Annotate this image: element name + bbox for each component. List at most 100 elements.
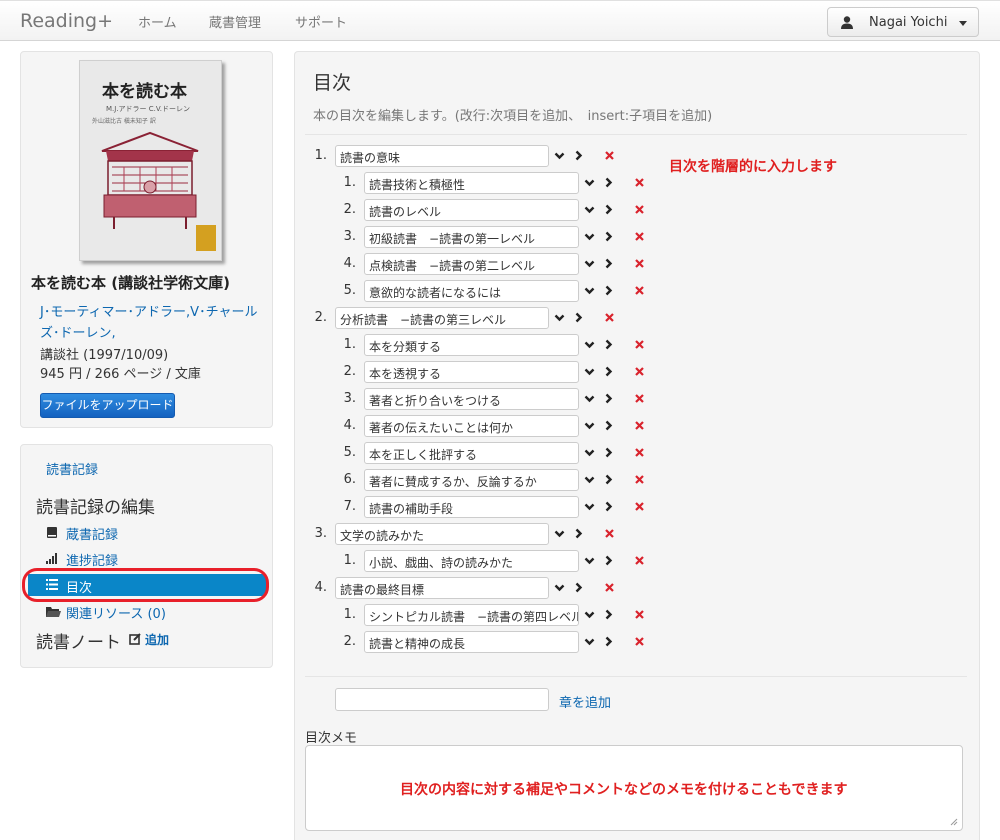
new-chapter-input[interactable] <box>335 688 549 711</box>
toc-title-input[interactable]: 読書の意味 <box>335 145 549 167</box>
chevron-right-icon[interactable] <box>603 258 614 269</box>
delete-icon[interactable] <box>634 501 645 512</box>
chevron-down-icon[interactable] <box>584 258 595 269</box>
memo-hint: 目次の内容に対する補足やコメントなどのメモを付けることもできます <box>400 782 848 798</box>
chevron-down-icon[interactable] <box>584 339 595 350</box>
toc-number: 5. <box>343 283 356 298</box>
chevron-down-icon[interactable] <box>584 420 595 431</box>
chevron-right-icon[interactable] <box>603 474 614 485</box>
delete-icon[interactable] <box>604 150 615 161</box>
chevron-right-icon[interactable] <box>603 231 614 242</box>
chevron-right-icon[interactable] <box>603 285 614 296</box>
chevron-down-icon[interactable] <box>554 150 565 161</box>
chevron-right-icon[interactable] <box>603 204 614 215</box>
chevron-right-icon[interactable] <box>603 447 614 458</box>
toc-title-input[interactable]: 著者の伝えたいことは何か <box>364 415 579 437</box>
chevron-right-icon[interactable] <box>573 312 584 323</box>
chevron-right-icon[interactable] <box>603 177 614 188</box>
chevron-down-icon[interactable] <box>554 312 565 323</box>
chevron-right-icon[interactable] <box>573 528 584 539</box>
chevron-right-icon[interactable] <box>603 393 614 404</box>
toc-title-input[interactable]: 本を分類する <box>364 334 579 356</box>
chevron-right-icon[interactable] <box>603 366 614 377</box>
chevron-right-icon[interactable] <box>603 420 614 431</box>
chevron-down-icon[interactable] <box>584 285 595 296</box>
chevron-down-icon[interactable] <box>584 636 595 647</box>
delete-icon[interactable] <box>634 177 645 188</box>
chevron-right-icon[interactable] <box>603 609 614 620</box>
toc-title-input[interactable]: 読書の補助手段 <box>364 496 579 518</box>
delete-icon[interactable] <box>604 312 615 323</box>
reading-record-link[interactable]: 読書記録 <box>46 459 98 478</box>
upload-file-button[interactable]: ファイルをアップロード <box>40 393 175 418</box>
chevron-right-icon[interactable] <box>603 555 614 566</box>
toc-title-input[interactable]: 読書技術と積極性 <box>364 172 579 194</box>
delete-icon[interactable] <box>634 474 645 485</box>
toc-number: 7. <box>343 499 356 514</box>
toc-title-input[interactable]: 初級読書 −読書の第一レベル <box>364 226 579 248</box>
delete-icon[interactable] <box>634 447 645 458</box>
chevron-right-icon[interactable] <box>573 150 584 161</box>
toc-title-input[interactable]: 点検読書 −読書の第二レベル <box>364 253 579 275</box>
delete-icon[interactable] <box>604 582 615 593</box>
sidebar-item-label: 蔵書記録 <box>66 528 119 543</box>
chevron-down-icon[interactable] <box>554 582 565 593</box>
toc-title-input[interactable]: 読書と精神の成長 <box>364 631 579 653</box>
toc-title-input[interactable]: 本を透視する <box>364 361 579 383</box>
delete-icon[interactable] <box>634 231 645 242</box>
delete-icon[interactable] <box>634 339 645 350</box>
nav-library[interactable]: 蔵書管理 <box>209 12 261 31</box>
delete-icon[interactable] <box>634 636 645 647</box>
toc-number: 4. <box>343 256 356 271</box>
chevron-down-icon[interactable] <box>584 204 595 215</box>
delete-icon[interactable] <box>634 555 645 566</box>
delete-icon[interactable] <box>634 204 645 215</box>
sidebar-item-label: 関連リソース (0) <box>66 607 166 622</box>
divider <box>305 134 967 135</box>
delete-icon[interactable] <box>634 366 645 377</box>
brand-logo[interactable]: Reading+ <box>20 10 113 32</box>
add-note-link[interactable]: 追加 <box>145 631 169 648</box>
author-link[interactable]: J･モーティマー･アドラー,V･チャールズ･ドーレン, <box>40 302 265 344</box>
chevron-down-icon[interactable] <box>584 366 595 377</box>
delete-icon[interactable] <box>604 528 615 539</box>
toc-title-input[interactable]: 著者に賛成するか、反論するか <box>364 469 579 491</box>
delete-icon[interactable] <box>634 258 645 269</box>
resize-grip-icon[interactable] <box>949 817 958 826</box>
chevron-down-icon[interactable] <box>584 393 595 404</box>
chevron-down-icon[interactable] <box>584 231 595 242</box>
chevron-down-icon[interactable] <box>584 555 595 566</box>
toc-number: 4. <box>314 580 327 595</box>
toc-title-input[interactable]: 本を正しく批評する <box>364 442 579 464</box>
user-menu-button[interactable]: Nagai Yoichi <box>827 7 979 37</box>
toc-title-input[interactable]: 文学の読みかた <box>335 523 549 545</box>
chevron-right-icon[interactable] <box>603 501 614 512</box>
toc-title-input[interactable]: 著者と折り合いをつける <box>364 388 579 410</box>
chevron-right-icon[interactable] <box>603 636 614 647</box>
toc-title-input[interactable]: 読書のレベル <box>364 199 579 221</box>
delete-icon[interactable] <box>634 285 645 296</box>
chevron-down-icon[interactable] <box>554 528 565 539</box>
nav-home[interactable]: ホーム <box>138 12 177 31</box>
chevron-right-icon[interactable] <box>573 582 584 593</box>
chevron-down-icon[interactable] <box>584 474 595 485</box>
delete-icon[interactable] <box>634 609 645 620</box>
chevron-right-icon[interactable] <box>603 339 614 350</box>
chevron-down-icon[interactable] <box>584 609 595 620</box>
chevron-down-icon[interactable] <box>584 447 595 458</box>
toc-title-input[interactable]: 小説、戯曲、詩の読みかた <box>364 550 579 572</box>
delete-icon[interactable] <box>634 420 645 431</box>
edit-icon[interactable] <box>129 632 142 645</box>
chevron-down-icon[interactable] <box>584 501 595 512</box>
add-chapter-link[interactable]: 章を追加 <box>559 692 611 711</box>
nav-support[interactable]: サポート <box>295 12 347 31</box>
delete-icon[interactable] <box>634 393 645 404</box>
toc-title-input[interactable]: シントピカル読書 −読書の第四レベル <box>364 604 579 626</box>
toc-number: 1. <box>343 175 356 190</box>
toc-title-input[interactable]: 読書の最終目標 <box>335 577 549 599</box>
chevron-down-icon[interactable] <box>584 177 595 188</box>
toc-title-input[interactable]: 分析読書 −読書の第三レベル <box>335 307 549 329</box>
toc-title-input[interactable]: 意欲的な読者になるには <box>364 280 579 302</box>
cover-author: M.J.アドラー C.V.ドーレン <box>106 105 191 113</box>
toc-number: 3. <box>343 229 356 244</box>
